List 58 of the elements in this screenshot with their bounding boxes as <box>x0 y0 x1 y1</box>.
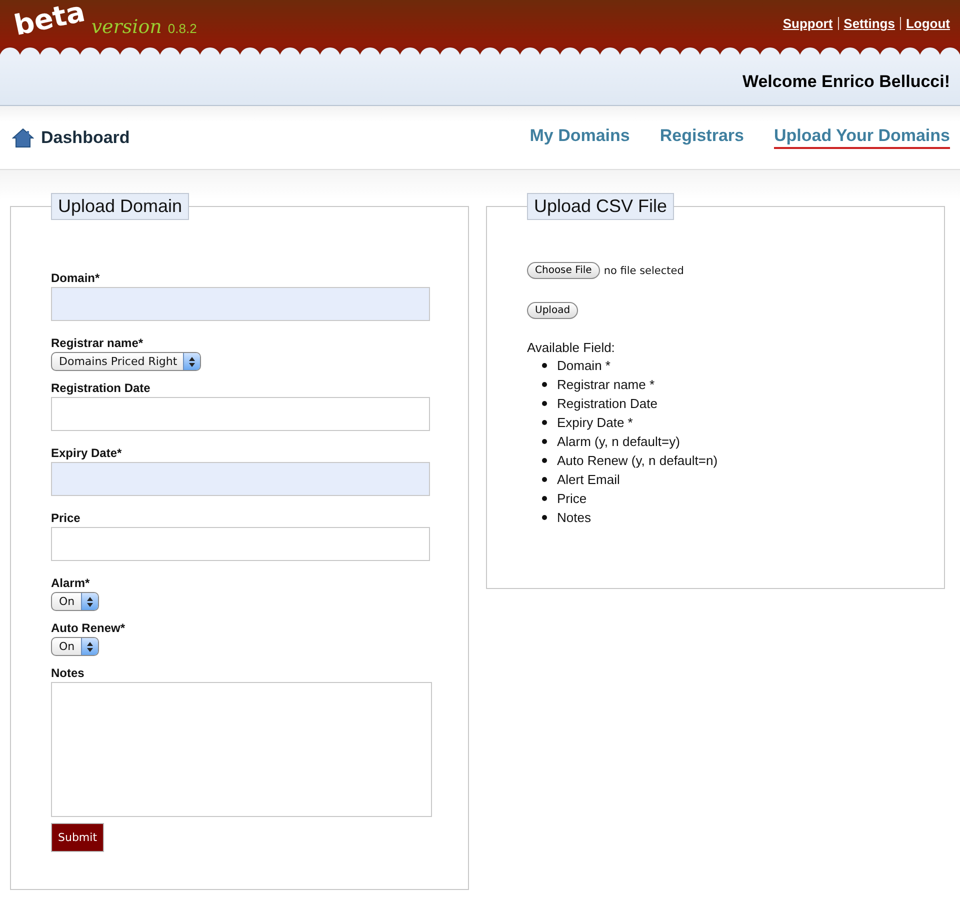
list-item: Price <box>557 491 587 506</box>
page-title: Dashboard <box>41 128 130 148</box>
field-label: Alarm* <box>51 576 90 590</box>
bullet-icon <box>542 382 547 387</box>
logo-word: beta <box>12 0 88 42</box>
field-label: Auto Renew* <box>51 621 126 635</box>
list-item: Registration Date <box>557 396 658 411</box>
dropdown[interactable]: On <box>51 637 99 656</box>
field-label: Price <box>51 511 80 525</box>
field-label: Registrar name* <box>51 336 144 350</box>
dropdown[interactable]: On <box>51 592 99 611</box>
list-item: Notes <box>557 510 591 525</box>
input-field[interactable] <box>51 462 430 496</box>
bullet-icon <box>542 458 547 463</box>
field-label: Expiry Date* <box>51 446 122 460</box>
panel-title: Upload CSV File <box>527 193 674 220</box>
submit-button[interactable]: Submit <box>51 823 104 852</box>
bullet-icon <box>542 515 547 520</box>
list-item: Domain * <box>557 358 610 373</box>
bullet-icon <box>542 439 547 444</box>
field-label: Registration Date <box>51 381 150 395</box>
input-field[interactable] <box>51 527 430 561</box>
bullet-icon <box>542 401 547 406</box>
bullet-icon <box>542 420 547 425</box>
nav-link[interactable]: Upload Your Domains <box>774 126 950 149</box>
input-field[interactable] <box>51 287 430 321</box>
nav-link[interactable]: My Domains <box>530 126 630 149</box>
link-separator <box>838 17 839 30</box>
house-icon <box>12 128 34 148</box>
nav-link[interactable]: Registrars <box>660 126 744 149</box>
header-link[interactable]: Settings <box>844 16 895 31</box>
list-item: Auto Renew (y, n default=n) <box>557 453 718 468</box>
list-item: Alarm (y, n default=y) <box>557 434 680 449</box>
list-item: Alert Email <box>557 472 620 487</box>
field-label: Notes <box>51 666 84 680</box>
input-field[interactable] <box>51 397 430 431</box>
list-heading: Available Field: <box>527 340 616 355</box>
file-status: no file selected <box>604 264 684 276</box>
bullet-icon <box>542 496 547 501</box>
version-number: 0.8.2 <box>168 21 197 36</box>
header-link[interactable]: Logout <box>906 16 950 31</box>
list-item: Expiry Date * <box>557 415 633 430</box>
field-label: Domain* <box>51 271 100 285</box>
welcome-message: Welcome Enrico Bellucci! <box>742 72 950 92</box>
logo-tagline: version <box>91 16 162 38</box>
bullet-icon <box>542 477 547 482</box>
stepper-arrows-icon <box>188 356 196 368</box>
header-link[interactable]: Support <box>782 16 833 31</box>
list-item: Registrar name * <box>557 377 655 392</box>
upload-button[interactable]: Upload <box>527 302 578 319</box>
choose-file-button[interactable]: Choose File <box>527 262 600 279</box>
bullet-icon <box>542 363 547 368</box>
dropdown[interactable]: Domains Priced Right <box>51 352 202 371</box>
link-separator <box>900 17 901 30</box>
stepper-arrows-icon <box>86 596 94 608</box>
stepper-arrows-icon <box>86 640 94 652</box>
panel-title: Upload Domain <box>51 193 190 220</box>
notes-field[interactable] <box>51 682 432 817</box>
